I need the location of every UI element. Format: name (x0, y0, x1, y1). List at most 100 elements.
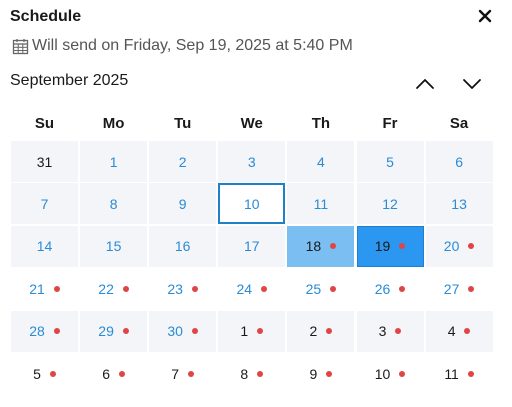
dialog-title: Schedule (10, 8, 82, 25)
day-number: 10 (374, 365, 391, 382)
day-cell[interactable]: 23 (149, 268, 216, 309)
day-cell[interactable]: 20 (425, 225, 493, 267)
day-cell[interactable]: 1 (80, 141, 148, 182)
day-number: 9 (178, 195, 187, 212)
day-cell[interactable]: 11 (287, 183, 355, 225)
day-cell[interactable]: 8 (218, 353, 285, 394)
event-dot-icon (326, 370, 333, 377)
day-cell[interactable]: 19 (356, 225, 424, 267)
day-cell[interactable]: 26 (357, 268, 424, 309)
day-cell[interactable]: 12 (356, 183, 424, 225)
day-number: 6 (102, 365, 110, 382)
day-cell[interactable]: 2 (287, 310, 355, 352)
day-number: 14 (36, 238, 53, 255)
day-number: 13 (451, 195, 467, 212)
day-number: 20 (443, 238, 460, 255)
day-cell[interactable]: 10 (357, 353, 424, 394)
day-number: 15 (105, 238, 122, 255)
day-cell[interactable]: 1 (218, 310, 286, 352)
day-cell[interactable]: 8 (80, 183, 148, 225)
day-number: 6 (455, 153, 463, 170)
day-cell[interactable]: 4 (425, 310, 493, 352)
weekday-fr: Fr (382, 115, 398, 132)
day-cell[interactable]: 9 (149, 183, 217, 225)
weekday-tu: Tu (174, 115, 192, 132)
day-cell[interactable]: 5 (356, 141, 424, 182)
weekday-we: We (240, 115, 263, 132)
event-dot-icon (118, 370, 125, 377)
day-cell[interactable]: 25 (287, 268, 354, 309)
day-number: 16 (174, 238, 191, 255)
event-dot-icon (191, 285, 198, 292)
day-cell[interactable]: 31 (11, 141, 78, 182)
day-cell[interactable]: 17 (218, 225, 286, 267)
day-number: 11 (444, 365, 459, 382)
day-cell[interactable]: 15 (80, 225, 148, 267)
weekday-mo: Mo (102, 115, 125, 132)
close-button[interactable] (476, 7, 494, 25)
day-number: 2 (309, 323, 318, 340)
day-cell[interactable]: 30 (149, 310, 217, 352)
day-number: 2 (178, 153, 187, 170)
day-number: 8 (109, 195, 118, 212)
day-cell[interactable]: 14 (11, 225, 78, 267)
day-number: 29 (98, 323, 114, 340)
day-cell[interactable]: 7 (11, 183, 78, 225)
day-cell[interactable]: 13 (425, 183, 493, 225)
day-cell[interactable]: 3 (356, 310, 424, 352)
day-cell[interactable]: 4 (287, 141, 355, 182)
event-dot-icon (261, 285, 268, 292)
event-dot-icon (49, 370, 56, 377)
day-number: 4 (316, 153, 325, 170)
event-dot-icon (399, 370, 406, 377)
event-dot-icon (468, 285, 475, 292)
day-cell[interactable]: 18 (287, 225, 355, 267)
day-number: 30 (167, 323, 183, 340)
day-number: 17 (244, 238, 260, 255)
day-cell[interactable]: 6 (425, 141, 493, 182)
day-cell[interactable]: 11 (426, 353, 493, 394)
day-cell[interactable]: 28 (11, 310, 78, 352)
day-cell[interactable]: 24 (218, 268, 285, 309)
day-cell[interactable]: 6 (80, 353, 147, 394)
chevron-down-icon[interactable] (461, 77, 483, 91)
day-cell[interactable]: 29 (80, 310, 148, 352)
day-cell[interactable]: 21 (11, 268, 78, 309)
close-icon[interactable] (476, 7, 494, 25)
day-cell[interactable]: 5 (11, 353, 78, 394)
event-dot-icon (257, 370, 264, 377)
day-number: 3 (247, 153, 256, 170)
event-dot-icon (326, 328, 333, 335)
day-number: 27 (443, 280, 460, 297)
calendar-icon (12, 38, 29, 54)
event-dot-icon (188, 370, 195, 377)
day-cell[interactable]: 27 (426, 268, 493, 309)
day-number: 3 (378, 323, 387, 340)
day-number: 4 (447, 323, 456, 340)
day-cell[interactable]: 22 (80, 268, 147, 309)
weekday-sa: Sa (449, 115, 469, 132)
day-cell[interactable]: 10 (218, 183, 286, 225)
event-dot-icon (395, 328, 402, 335)
event-dot-icon (399, 243, 406, 250)
event-dot-icon (330, 243, 337, 250)
day-number: 22 (98, 280, 114, 297)
day-cell[interactable]: 7 (149, 353, 216, 394)
day-cell[interactable]: 9 (287, 353, 354, 394)
month-label: September 2025 (10, 72, 129, 89)
event-dot-icon (330, 285, 337, 292)
day-number: 10 (244, 195, 260, 212)
day-cell[interactable]: 2 (149, 141, 217, 182)
chevron-up-icon[interactable] (414, 77, 436, 91)
day-number: 1 (240, 323, 249, 340)
day-number: 26 (374, 280, 391, 297)
event-dot-icon (53, 328, 60, 335)
prev-month-button[interactable] (412, 74, 438, 94)
next-month-button[interactable] (459, 74, 485, 94)
day-number: 5 (33, 365, 41, 382)
day-number: 21 (29, 280, 45, 297)
day-number: 11 (313, 195, 329, 212)
day-cell[interactable]: 16 (149, 225, 217, 267)
day-cell[interactable]: 3 (218, 141, 286, 182)
event-dot-icon (468, 243, 475, 250)
